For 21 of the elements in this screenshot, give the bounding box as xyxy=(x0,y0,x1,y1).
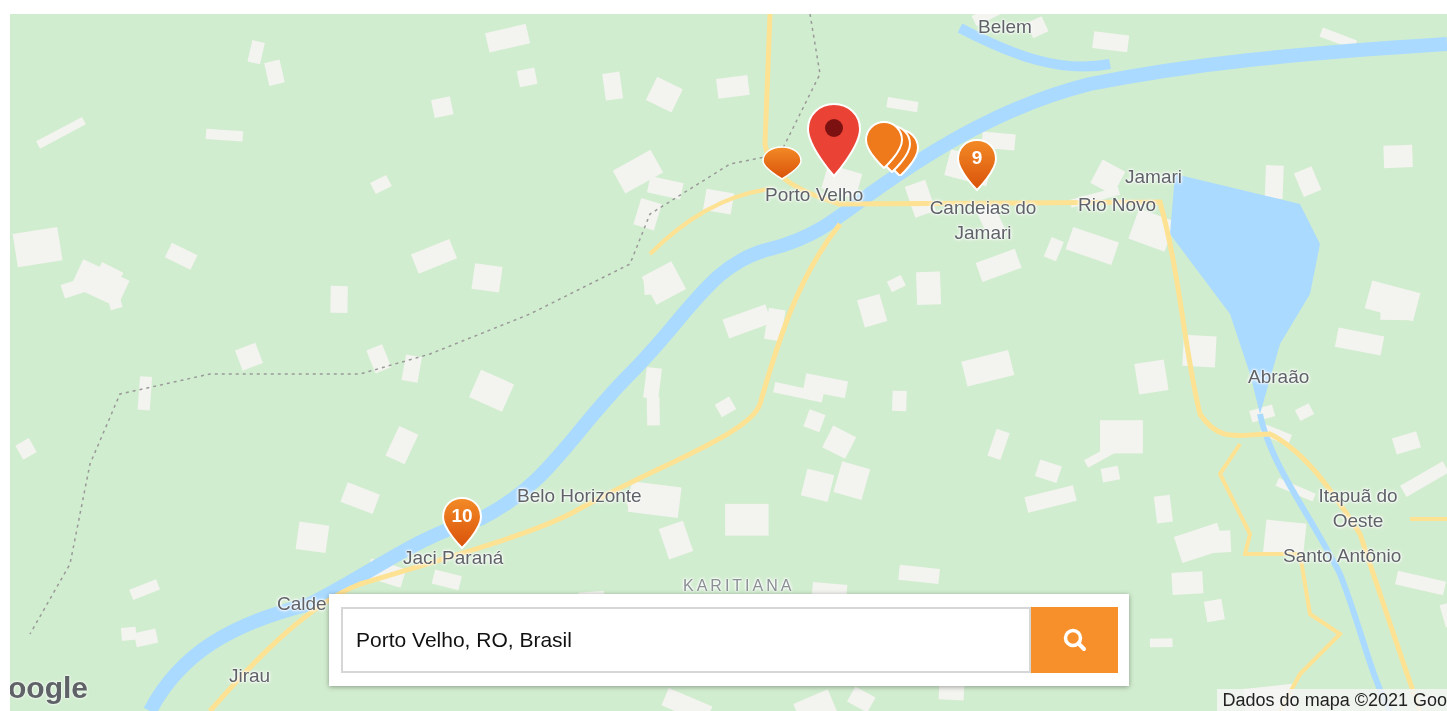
region-label: KARITIANA xyxy=(683,576,795,596)
pin-number: 9 xyxy=(971,147,983,169)
pin-number: 10 xyxy=(451,505,473,527)
place-label: Porto Velho xyxy=(765,183,864,207)
place-label: Jirau xyxy=(229,664,271,688)
place-label: Belem xyxy=(978,15,1032,39)
map-attribution: Dados do mapa ©2021 Goo xyxy=(1216,689,1447,711)
map-pin[interactable]: 10 xyxy=(441,496,483,550)
place-label: Abraão xyxy=(1248,365,1310,389)
search-button[interactable] xyxy=(1031,607,1118,673)
place-label: Candeias do Jamari xyxy=(928,196,1038,245)
search-field[interactable]: Porto Velho, RO, Brasil xyxy=(341,607,1031,673)
place-label: Rio Novo xyxy=(1078,193,1157,217)
place-label: Santo Antônio xyxy=(1283,544,1402,568)
map-pin[interactable] xyxy=(806,102,862,178)
search-icon xyxy=(1061,627,1088,653)
place-label: Jamari xyxy=(1125,165,1182,189)
place-label: Belo Horizonte xyxy=(517,484,642,508)
map-logo: oogle xyxy=(10,671,88,705)
place-label: Itapuã do Oeste xyxy=(1317,484,1399,533)
map-pin[interactable]: 9 xyxy=(956,138,998,192)
